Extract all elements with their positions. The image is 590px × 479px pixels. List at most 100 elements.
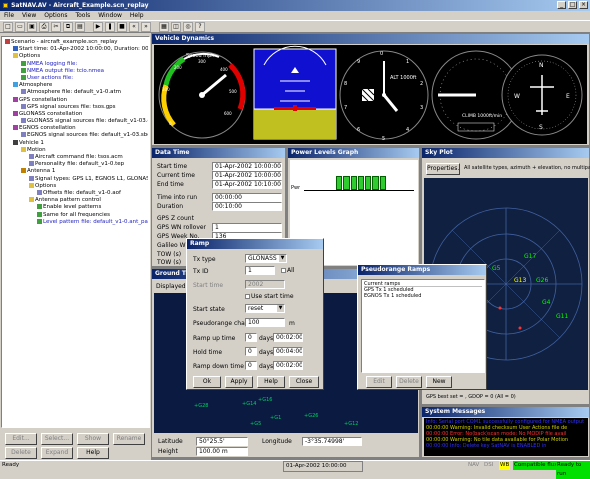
tree-button-bar: Edit... Select... Show Rename Delete Expand He… [1,429,150,459]
tx-type-label: Tx type [193,256,216,263]
tree-item[interactable]: GPS constellation [3,96,148,104]
tree-item[interactable]: Antenna 1 [3,168,148,175]
hold-time-field[interactable]: 00:04:00 [273,347,303,356]
current-time-field[interactable]: 01-Apr-2002 10:00:00 [212,171,282,180]
start-time-field[interactable]: 01-Apr-2002 10:00:00 [212,162,282,171]
tree-button-expand[interactable]: Expand [41,447,73,459]
ramp-edit-button[interactable]: Edit [366,376,392,388]
scenario-tree[interactable]: Scenario - aircraft_example.scn_replay St… [1,36,150,428]
tree-button-edit[interactable]: Edit... [5,433,37,445]
tree-item[interactable]: GLONASS constellation [3,110,148,118]
ramp-item[interactable]: EGNOS Tx 1 scheduled [364,293,482,299]
menu-item-3[interactable]: Tools [71,11,94,20]
paste-icon[interactable]: ▤ [75,22,85,32]
menu-item-5[interactable]: Help [126,11,148,20]
tree-item[interactable]: User actions file: [3,74,148,82]
tree-item[interactable]: Options [3,53,148,60]
help-icon[interactable]: ? [195,22,205,32]
ramp-help-button[interactable]: Help [257,376,285,388]
ramp-up-days-field[interactable]: 0 [245,333,257,342]
chart-icon[interactable]: ▦ [159,22,169,32]
map-icon[interactable]: ◫ [171,22,181,32]
tree-item[interactable]: EGNOS constellation [3,125,148,132]
print-icon[interactable]: ⎙ [39,22,49,32]
tree-item[interactable]: EGNOS signal sources file: default_v1-03… [3,132,148,139]
new-icon[interactable]: □ [3,22,13,32]
tree-item[interactable]: NMEA logging file: [3,60,148,68]
tree-item[interactable]: NMEA output file: tcio.nmea [3,67,148,75]
svg-text:N: N [539,62,544,69]
height-field[interactable]: 100.00 m [196,447,248,456]
all-checkbox[interactable] [281,268,286,273]
step-icon[interactable]: » [141,22,151,32]
copy-icon[interactable]: ⧉ [63,22,73,32]
cut-icon[interactable]: ✂ [51,22,61,32]
tx-type-select[interactable]: GLONASS ▼ [245,254,287,263]
sky-icon[interactable]: ◎ [183,22,193,32]
time-into-run-field[interactable]: 00:00:00 [212,193,282,202]
run-icon[interactable]: ▶ [93,22,103,32]
use-start-group[interactable]: Use start time [245,293,294,300]
start-time-field[interactable]: 2002 [245,280,285,289]
menu-item-0[interactable]: File [0,11,18,20]
stop-icon[interactable]: ■ [117,22,127,32]
ramp-apply-button[interactable]: Apply [225,376,253,388]
duration-field[interactable]: 00:10:00 [212,202,282,211]
gps-wn-rollover-field[interactable]: 1 [212,223,282,232]
menu-item-4[interactable]: Window [94,11,126,20]
tree-item-label: Level pattern file: default_v1-0.ant_pat [43,218,148,225]
tree-button-select[interactable]: Select... [41,433,73,445]
tree-item[interactable]: Level pattern file: default_v1-0.ant_pat [3,218,148,226]
ramp-down-days-field[interactable]: 0 [245,361,257,370]
tree-button-delete[interactable]: Delete [5,447,37,459]
tree-item[interactable]: Start time: 01-Apr-2002 10:00:00, Durati… [3,46,148,53]
tx-id-field[interactable]: 1 [245,266,275,275]
tree-item[interactable]: Atmosphere file: default_v1-0.atm [3,89,148,96]
tree-item[interactable]: Scenario - aircraft_example.scn_replay [3,39,148,46]
menu-item-2[interactable]: Options [40,11,71,20]
tree-item[interactable]: Enable level patterns [3,204,148,211]
close-button[interactable]: × [579,1,588,9]
tree-item[interactable]: Atmosphere [3,82,148,89]
tree-item[interactable]: Offsets file: default_v1-0.aof [3,189,148,197]
tree-button-show[interactable]: Show [77,433,109,445]
ramp-close-button[interactable]: Close [289,376,319,388]
tree-item[interactable]: Antenna pattern control [3,197,148,204]
hold-days-field[interactable]: 0 [245,347,257,356]
pause-icon[interactable]: ❚ [105,22,115,32]
tree-item[interactable]: Motion [3,146,148,154]
tree-item[interactable]: Personality file: default_v1-0.tep [3,161,148,168]
system-messages-log[interactable]: Info: Serial port COM1 successfully conf… [424,418,588,456]
ramp-down-time-field[interactable]: 00:02:00 [273,361,303,370]
tow-label-1: TOW (s) [157,251,182,258]
tree-item[interactable]: Vehicle 1 [3,139,148,147]
ramp-up-time-field[interactable]: 00:02:00 [273,333,303,342]
tree-item[interactable]: GLONASS signal sources file: default_v1-… [3,118,148,125]
ramp-ok-button[interactable]: Ok [193,376,221,388]
open-icon[interactable]: ▭ [15,22,25,32]
menu-item-1[interactable]: View [18,11,40,20]
rewind-icon[interactable]: « [129,22,139,32]
tree-item[interactable]: Aircraft command file: tsos.acm [3,154,148,161]
tree-button-rename[interactable]: Rename [113,433,145,445]
tree-item[interactable]: Signal types: GPS L1, EGNOS L1, GLONASS … [3,175,148,183]
maximize-button[interactable]: □ [568,1,578,9]
tree-item[interactable]: GPS signal sources file: tsos.gps [3,103,148,111]
start-state-select[interactable]: reset ▼ [245,304,285,313]
save-icon[interactable]: ▣ [27,22,37,32]
tx-id-label: Tx ID [193,268,209,275]
tree-item[interactable]: Same for all frequencies [3,211,148,219]
tree-item[interactable]: Options [3,182,148,190]
longitude-field[interactable]: -3°35.74998' [302,437,362,446]
latitude-field[interactable]: 50°25.5' [196,437,248,446]
ramp-new-button[interactable]: New [426,376,452,388]
tree-button-help[interactable]: Help [77,447,109,459]
ramp-delete-button[interactable]: Delete [396,376,422,388]
all-checkbox-group[interactable]: All [281,267,294,274]
minimize-button[interactable]: _ [557,1,567,9]
use-start-checkbox[interactable] [245,294,250,299]
ramps-list[interactable]: Current ramps GPS Tx 1 scheduled EGNOS T… [361,279,485,373]
pseudorange-change-field[interactable]: 100 [245,318,285,327]
end-time-field[interactable]: 01-Apr-2002 10:10:00 [212,180,282,189]
sky-properties-button[interactable]: Properties... [426,163,460,175]
